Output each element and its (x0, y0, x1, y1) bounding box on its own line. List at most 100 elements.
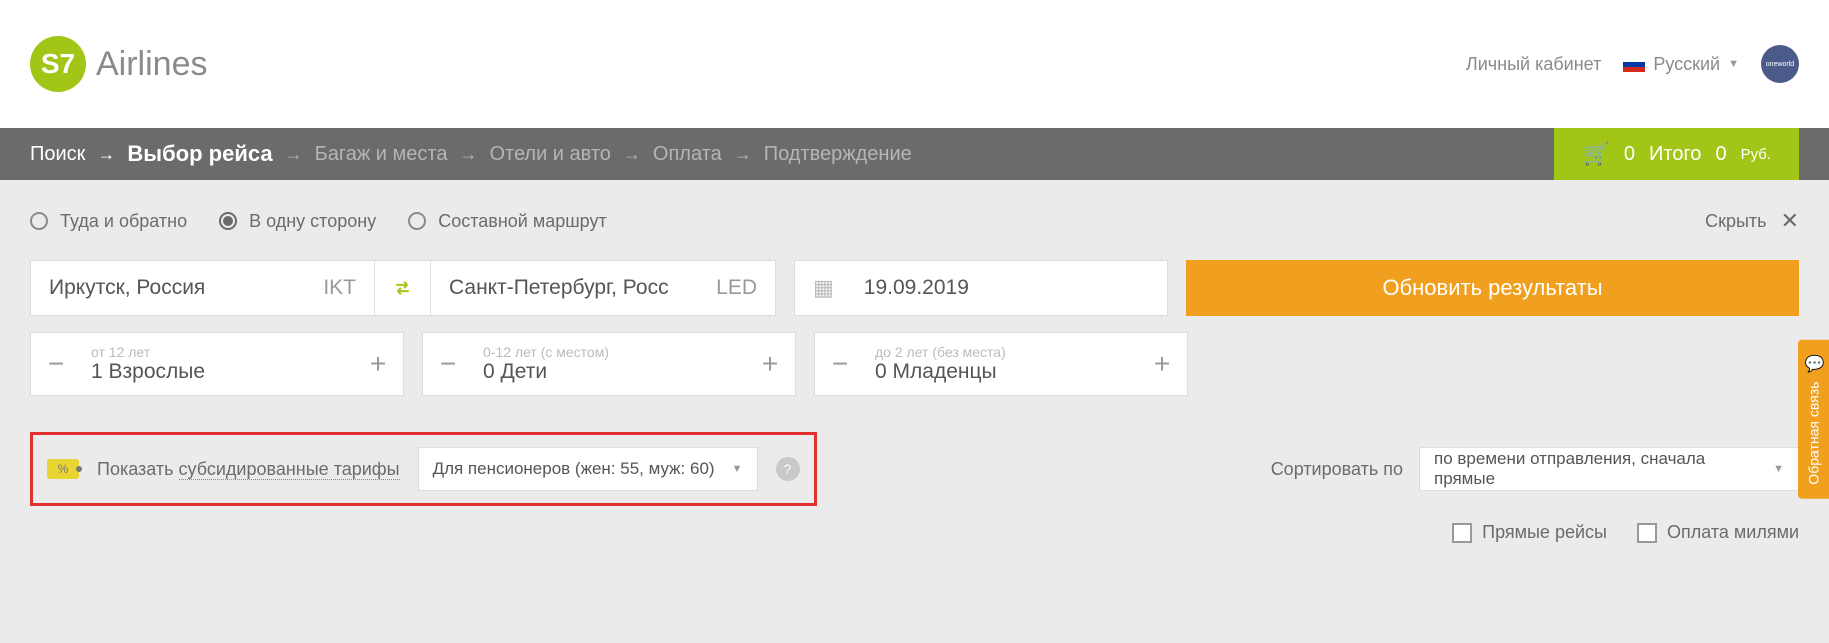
logo[interactable]: S7 Airlines (30, 36, 207, 92)
chevron-down-icon: ▼ (1728, 58, 1739, 70)
children-minus-button[interactable]: − (423, 333, 473, 395)
language-label: Русский (1653, 54, 1720, 75)
radio-label: Туда и обратно (60, 211, 187, 232)
infants-hint: до 2 лет (без места) (875, 344, 1137, 360)
infants-display: до 2 лет (без места) 0 Младенцы (865, 344, 1137, 384)
breadcrumb-baggage: Багаж и места (315, 143, 448, 166)
pay-miles-checkbox[interactable]: Оплата милями (1637, 522, 1799, 543)
radio-label: Составной маршрут (438, 211, 607, 232)
to-code: LED (716, 276, 757, 300)
subsidy-link[interactable]: субсидированные тарифы (179, 459, 400, 480)
options-row: % Показать субсидированные тарифы Для пе… (30, 432, 1799, 506)
language-selector[interactable]: Русский ▼ (1623, 54, 1739, 75)
adults-plus-button[interactable]: + (353, 333, 403, 395)
search-form: Туда и обратно В одну сторону Составной … (0, 180, 1829, 396)
adults-display: от 12 лет 1 Взрослые (81, 344, 353, 384)
cart-icon: 🛒 (1582, 141, 1609, 167)
account-link[interactable]: Личный кабинет (1466, 54, 1601, 75)
children-hint: 0-12 лет (с местом) (483, 344, 745, 360)
to-city: Санкт-Петербург, Росс (449, 276, 669, 300)
feedback-label: Обратная связь (1806, 382, 1822, 485)
checkbox-icon (1452, 523, 1472, 543)
logo-icon: S7 (30, 36, 86, 92)
infants-plus-button[interactable]: + (1137, 333, 1187, 395)
calendar-icon: ▦ (813, 275, 834, 301)
passengers-row: − от 12 лет 1 Взрослые + − 0-12 лет (с м… (30, 332, 1799, 396)
sort-group: Сортировать по по времени отправления, с… (1271, 447, 1799, 491)
flag-ru-icon (1623, 57, 1645, 72)
adults-minus-button[interactable]: − (31, 333, 81, 395)
children-display: 0-12 лет (с местом) 0 Дети (473, 344, 745, 384)
radio-icon (219, 212, 237, 230)
direct-flights-checkbox[interactable]: Прямые рейсы (1452, 522, 1607, 543)
sort-select[interactable]: по времени отправления, сначала прямые ▼ (1419, 447, 1799, 491)
to-field[interactable]: Санкт-Петербург, Росс LED (431, 260, 776, 316)
radio-icon (30, 212, 48, 230)
from-code: IKT (323, 276, 356, 300)
trip-type-row: Туда и обратно В одну сторону Составной … (30, 208, 1799, 234)
cart-count: 0 (1624, 143, 1635, 166)
breadcrumb-search[interactable]: Поиск (30, 143, 85, 166)
radio-oneway[interactable]: В одну сторону (219, 211, 376, 232)
date-value: 19.09.2019 (864, 276, 969, 300)
feedback-tab[interactable]: Обратная связь 💬 (1798, 340, 1829, 499)
arrow-icon: → (734, 144, 752, 165)
help-button[interactable]: ? (776, 457, 800, 481)
chevron-down-icon: ▼ (732, 463, 743, 475)
header: S7 Airlines Личный кабинет Русский ▼ one… (0, 0, 1829, 128)
radio-label: В одну сторону (249, 211, 376, 232)
arrow-icon: → (459, 144, 477, 165)
children-plus-button[interactable]: + (745, 333, 795, 395)
swap-button[interactable] (375, 260, 431, 316)
radio-icon (408, 212, 426, 230)
cart-total-label: Итого (1649, 143, 1701, 166)
hide-label: Скрыть (1705, 211, 1766, 232)
adults-hint: от 12 лет (91, 344, 353, 360)
infants-minus-button[interactable]: − (815, 333, 865, 395)
from-field[interactable]: Иркутск, Россия IKT (30, 260, 375, 316)
children-stepper: − 0-12 лет (с местом) 0 Дети + (422, 332, 796, 396)
breadcrumb-bar: Поиск → Выбор рейса → Багаж и места → От… (0, 128, 1829, 180)
hide-button[interactable]: Скрыть ✕ (1705, 208, 1799, 234)
infants-stepper: − до 2 лет (без места) 0 Младенцы + (814, 332, 1188, 396)
checkbox-icon (1637, 523, 1657, 543)
arrow-icon: → (97, 144, 115, 165)
update-results-button[interactable]: Обновить результаты (1186, 260, 1799, 316)
arrow-icon: → (623, 144, 641, 165)
breadcrumb-payment: Оплата (653, 143, 722, 166)
sort-selected: по времени отправления, сначала прямые (1434, 449, 1761, 489)
adults-value: 1 Взрослые (91, 360, 353, 384)
checkbox-label: Прямые рейсы (1482, 522, 1607, 543)
tag-icon: % (47, 459, 79, 479)
sort-label: Сортировать по (1271, 459, 1403, 480)
subsidy-select[interactable]: Для пенсионеров (жен: 55, муж: 60) ▼ (418, 447, 758, 491)
subsidy-selected: Для пенсионеров (жен: 55, муж: 60) (433, 459, 715, 479)
chevron-down-icon: ▼ (1773, 463, 1784, 475)
close-icon: ✕ (1781, 208, 1799, 234)
header-right: Личный кабинет Русский ▼ oneworld (1466, 45, 1799, 83)
logo-text: Airlines (96, 45, 207, 84)
swap-icon (393, 275, 412, 301)
cart-total-value: 0 (1715, 143, 1726, 166)
filters-row: Прямые рейсы Оплата милями (0, 522, 1829, 543)
airports-group: Иркутск, Россия IKT Санкт-Петербург, Рос… (30, 260, 776, 316)
breadcrumb-select-flight: Выбор рейса (127, 141, 272, 167)
breadcrumb-hotels: Отели и авто (489, 143, 610, 166)
arrow-icon: → (285, 144, 303, 165)
radio-multicity[interactable]: Составной маршрут (408, 211, 607, 232)
children-value: 0 Дети (483, 360, 745, 384)
radio-roundtrip[interactable]: Туда и обратно (30, 211, 187, 232)
cart-currency: Руб. (1741, 146, 1771, 163)
chat-icon: 💬 (1804, 354, 1823, 374)
subsidy-highlight-box: % Показать субсидированные тарифы Для пе… (30, 432, 817, 506)
date-field[interactable]: ▦ 19.09.2019 (794, 260, 1168, 316)
adults-stepper: − от 12 лет 1 Взрослые + (30, 332, 404, 396)
subsidy-label: Показать субсидированные тарифы (97, 459, 400, 480)
route-fields: Иркутск, Россия IKT Санкт-Петербург, Рос… (30, 260, 1799, 316)
breadcrumb-confirm: Подтверждение (764, 143, 912, 166)
infants-value: 0 Младенцы (875, 360, 1137, 384)
cart-summary[interactable]: 🛒 0 Итого 0 Руб. (1554, 128, 1799, 180)
oneworld-badge: oneworld (1761, 45, 1799, 83)
checkbox-label: Оплата милями (1667, 522, 1799, 543)
from-city: Иркутск, Россия (49, 276, 205, 300)
